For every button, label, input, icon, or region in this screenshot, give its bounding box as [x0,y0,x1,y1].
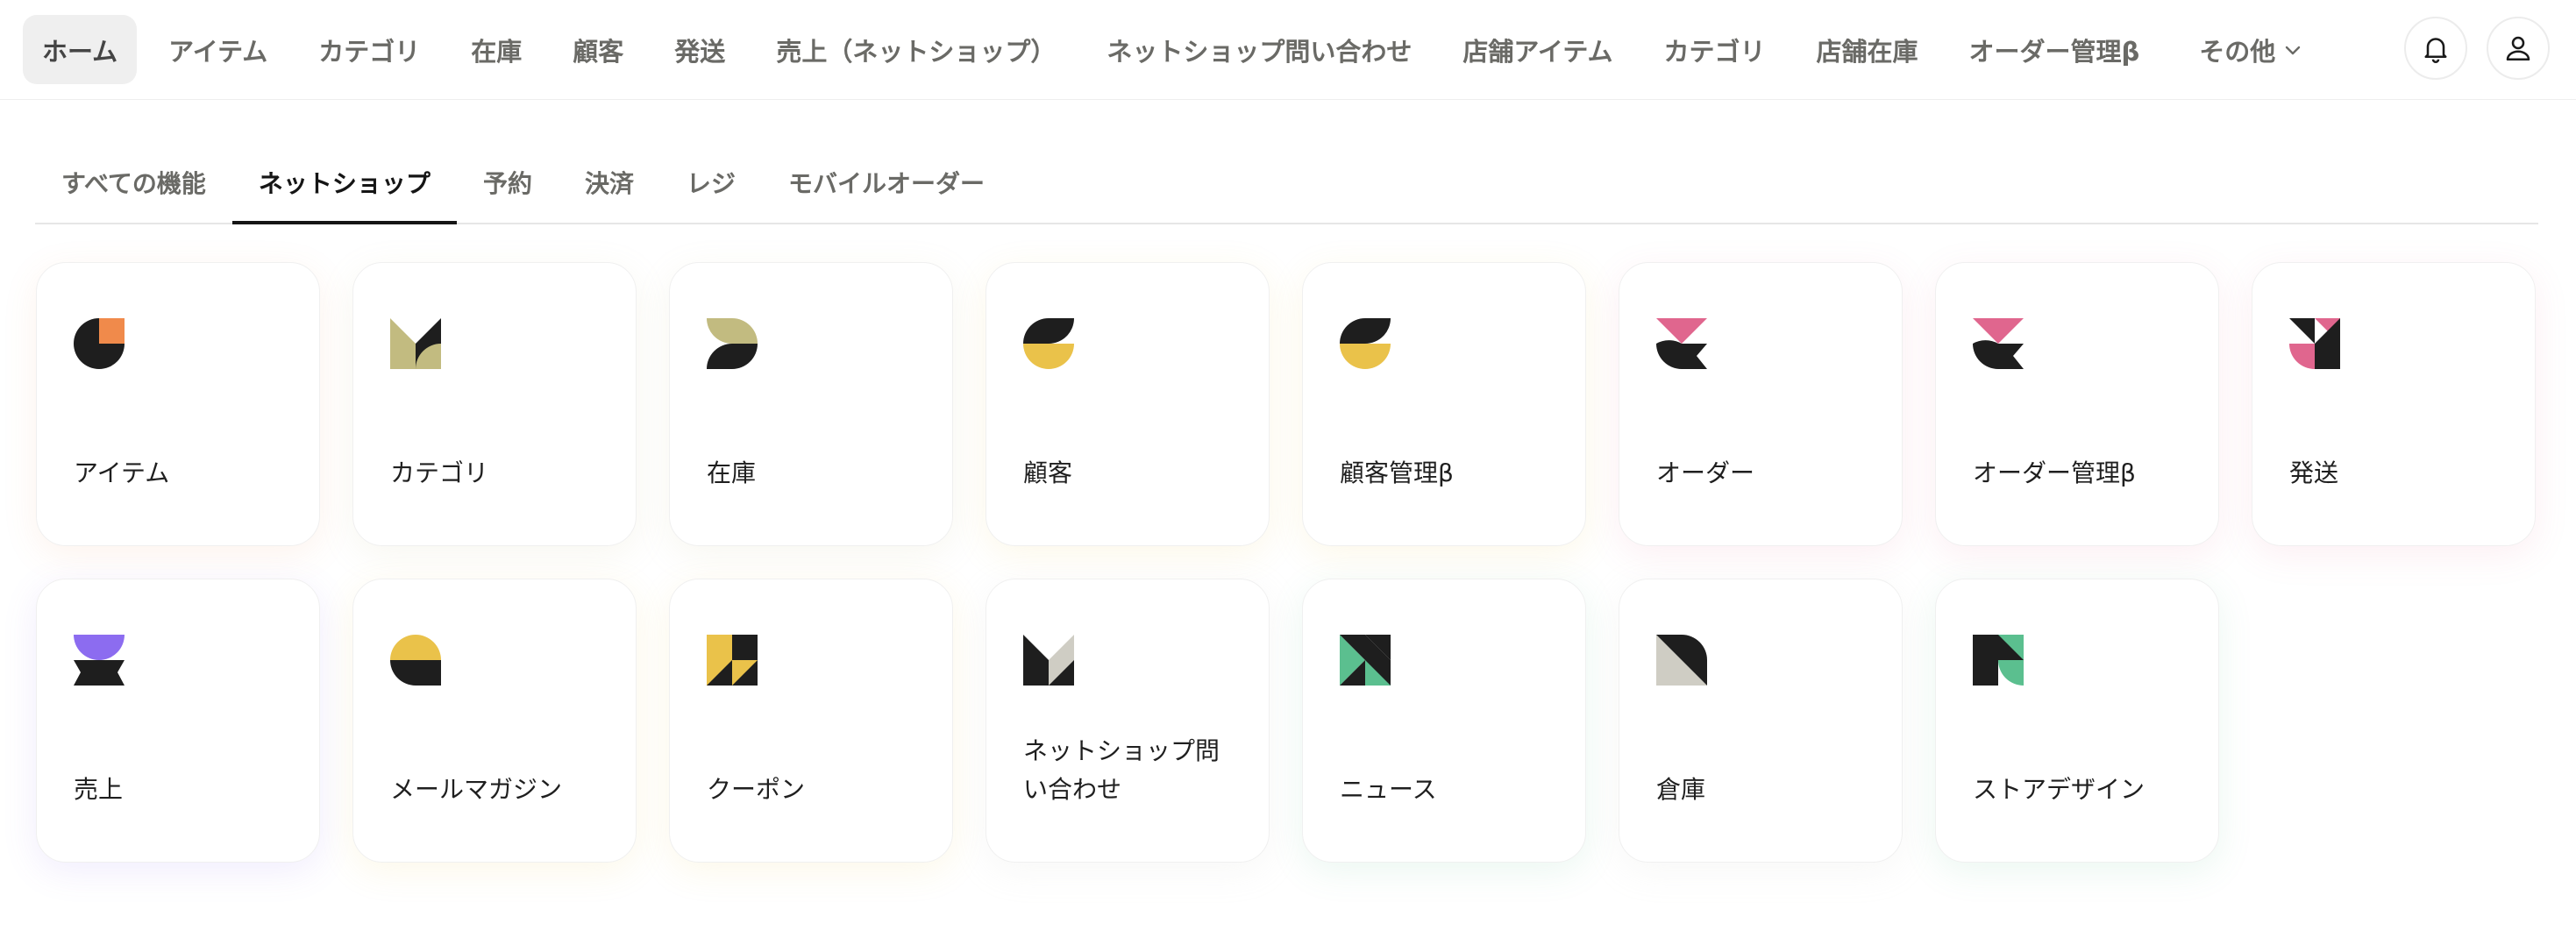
card-coupons[interactable]: クーポン [669,579,953,863]
customer-icon [1023,318,1074,369]
card-label: 顧客 [1023,458,1073,487]
nav-item-shipping[interactable]: 発送 [655,15,744,84]
category-icon [390,318,441,369]
order-icon [1656,318,1707,369]
tab-mobile-order[interactable]: モバイルオーダー [762,147,1011,223]
item-icon [74,318,125,369]
card-orders[interactable]: オーダー [1619,262,1903,546]
card-label: 顧客管理β [1340,458,1454,487]
coupon-icon [707,635,758,686]
nav-item-inventory[interactable]: 在庫 [452,15,541,84]
card-label: オーダー [1656,458,1755,487]
card-order-management[interactable]: オーダー管理β [1935,262,2219,546]
nav-item-store-inventory[interactable]: 店舗在庫 [1797,15,1937,84]
notification-button[interactable] [2404,17,2467,80]
card-news[interactable]: ニュース [1302,579,1586,863]
card-label: ネットショップ問い合わせ [1023,736,1220,804]
feature-category-tabs: すべての機能 ネットショップ 予約 決済 レジ モバイルオーダー [35,149,2538,224]
warehouse-icon [1656,635,1707,686]
nav-item-items[interactable]: アイテム [149,15,287,84]
card-label: メールマガジン [390,775,563,804]
card-inventory[interactable]: 在庫 [669,262,953,546]
chevron-down-icon [2286,46,2301,54]
account-button[interactable] [2487,17,2550,80]
customer-management-icon [1340,318,1391,369]
inventory-icon [707,318,758,369]
nav-item-netshop-inquiries[interactable]: ネットショップ問い合わせ [1087,15,1431,84]
tab-register[interactable]: レジ [660,147,762,223]
top-nav-items: ホーム アイテム カテゴリ 在庫 顧客 発送 売上（ネットショップ） ネットショ… [0,0,2335,99]
nav-item-home[interactable]: ホーム [23,15,138,84]
card-label: アイテム [74,458,170,487]
top-navigation: ホーム アイテム カテゴリ 在庫 顧客 発送 売上（ネットショップ） ネットショ… [0,0,2576,100]
card-label: 在庫 [707,458,757,487]
card-netshop-inquiries[interactable]: ネットショップ問い合わせ [986,579,1270,863]
nav-item-store-categories[interactable]: カテゴリ [1644,15,1784,84]
card-label: 売上 [74,775,124,804]
card-items[interactable]: アイテム [36,262,320,546]
nav-actions [2404,17,2550,80]
nav-item-customers[interactable]: 顧客 [553,15,643,84]
tab-reservation[interactable]: 予約 [457,147,559,223]
card-warehouse[interactable]: 倉庫 [1619,579,1903,863]
inquiry-icon [1023,635,1074,686]
tab-netshop[interactable]: ネットショップ [231,147,457,224]
mail-magazine-icon [390,635,441,686]
card-customer-management[interactable]: 顧客管理β [1302,262,1586,546]
card-label: 倉庫 [1656,775,1706,804]
nav-item-store-items[interactable]: 店舗アイテム [1443,15,1632,84]
card-sales[interactable]: 売上 [36,579,320,863]
user-icon [2506,36,2530,61]
nav-item-sales-netshop[interactable]: 売上（ネットショップ） [757,15,1075,84]
bell-icon [2424,38,2447,63]
card-customers[interactable]: 顧客 [986,262,1270,546]
card-categories[interactable]: カテゴリ [352,262,637,546]
card-label: ニュース [1340,775,1437,804]
nav-item-order-management[interactable]: オーダー管理β [1949,15,2159,84]
nav-item-categories[interactable]: カテゴリ [299,15,439,84]
tab-payment[interactable]: 決済 [559,147,660,223]
news-icon [1340,635,1391,686]
nav-more-menu[interactable]: その他 [2180,15,2323,84]
card-label: ストアデザイン [1973,775,2145,804]
card-store-design[interactable]: ストアデザイン [1935,579,2219,863]
card-label: カテゴリ [390,458,489,487]
card-mail-magazine[interactable]: メールマガジン [352,579,637,863]
nav-more-label: その他 [2199,36,2276,67]
card-shipping[interactable]: 発送 [2252,262,2536,546]
sales-icon [74,635,125,686]
card-label: オーダー管理β [1973,458,2136,487]
card-label: 発送 [2289,458,2339,487]
store-design-icon [1973,635,2024,686]
card-label: クーポン [707,775,806,804]
shipping-icon [2289,318,2340,369]
order-management-icon [1973,318,2024,369]
tab-all-features[interactable]: すべての機能 [35,147,232,223]
